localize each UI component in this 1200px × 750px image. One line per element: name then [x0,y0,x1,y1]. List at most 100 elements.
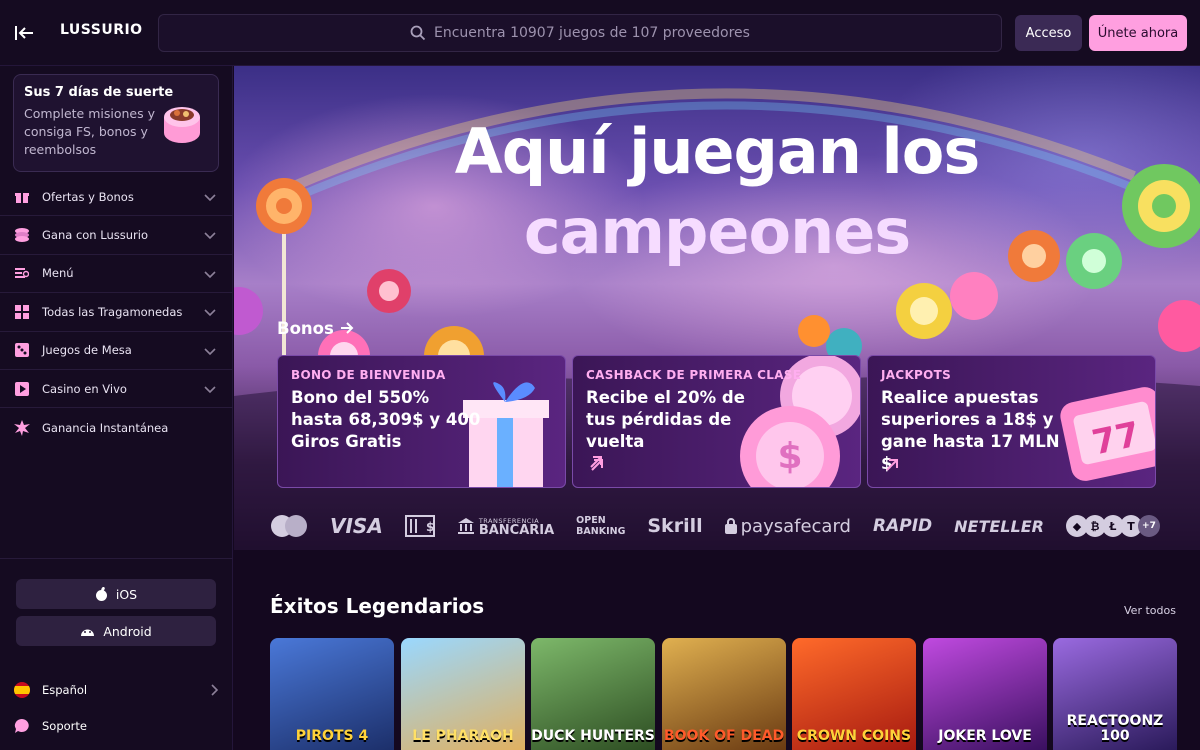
sidebar-item-label: Ofertas y Bonos [42,189,134,204]
android-label: Android [103,623,152,639]
dice-icon [14,342,30,358]
promo-text: Complete misiones y consiga FS, bonos y … [24,106,155,157]
chevron-right-icon [211,684,219,696]
sidebar-item-slots[interactable]: Todas las Tragamonedas [0,293,233,332]
sidebar-item-live-casino[interactable]: Casino en Vivo [0,370,233,409]
promo-title: Sus 7 días de suerte [24,85,174,100]
open-banking-logo: OPEN BANKING [576,515,625,537]
game-tile-duck-hunters[interactable]: DUCK HUNTERS [531,638,655,750]
login-button[interactable]: Acceso [1015,15,1082,51]
svg-text:$: $ [426,520,434,534]
chevron-down-icon [204,309,216,317]
logo[interactable]: LUSSURIO [60,22,143,38]
sidebar-item-label: Todas las Tragamonedas [42,304,183,319]
bank-transfer-big: BANCARIA [478,523,555,538]
grid-icon [14,304,30,320]
bonuses-link[interactable]: Bonos [277,319,354,338]
visa-logo: VISA [330,514,383,538]
hero-title-line1: Aquí juegan los [454,115,980,188]
menu-icon [14,265,30,281]
bank-transfer-logo: TRANSFERENCIA BANCARIA [457,516,555,538]
sidebar-item-offers[interactable]: Ofertas y Bonos [0,178,233,217]
sidebar-item-label: Gana con Lussurio [42,228,148,243]
support-label: Soporte [42,719,87,733]
apple-icon [95,587,107,601]
skrill-logo: Skrill [647,515,703,537]
game-title: LE PHARAOH [412,728,514,744]
sidebar-menu: Ofertas y Bonos Gana con Lussurio Menú T… [0,178,233,447]
card-label: JACKPOTS [881,368,952,382]
arrow-right-icon [340,322,353,334]
language-label: Español [42,683,88,697]
search-input[interactable]: Encuentra 10907 juegos de 107 proveedore… [158,14,1002,52]
sidebar-item-earn[interactable]: Gana con Lussurio [0,216,233,255]
welcome-bonus-card[interactable]: BONO DE BIENVENIDA Bono del 550% hasta 6… [277,355,566,488]
collapse-sidebar-icon[interactable] [14,22,34,44]
top-bar: LUSSURIO Encuentra 10907 juegos de 107 p… [0,0,1200,66]
bank-icon [457,518,474,534]
chevron-down-icon [204,232,216,240]
game-title: PIROTS 4 [295,728,369,744]
card-text: Realice apuestas superiores a 18$ y gane… [881,388,1060,473]
game-tile-joker-love[interactable]: JOKER LOVE [923,638,1047,750]
search-icon [410,25,426,41]
hero-title-line2: campeones [523,195,911,268]
game-title: CROWN COINS [796,728,912,744]
game-title: DUCK HUNTERS [531,728,655,744]
sidebar-item-instant-win[interactable]: Ganancia Instantánea [0,408,233,446]
sidebar-divider [0,558,233,559]
open-banking-line1: OPEN [576,515,606,526]
chevron-down-icon [204,271,216,278]
mastercard-icon [271,515,307,537]
svg-text:$: $ [777,436,802,477]
open-banking-line2: BANKING [576,526,626,537]
game-title: BOOK OF DEAD [663,728,785,744]
lucky-days-promo[interactable]: Sus 7 días de suerte Complete misiones y… [13,74,219,172]
game-tile-le-pharaoh[interactable]: LE PHARAOH [401,638,525,750]
chevron-down-icon [204,386,216,394]
chevron-down-icon [204,347,216,355]
game-title: REACTOONZ 100 [1066,713,1164,744]
join-button[interactable]: Únete ahora [1089,15,1187,51]
paysafecard-logo: paysafecard [724,515,851,537]
game-tile-crown-coins[interactable]: CROWN COINS [792,638,916,750]
sidebar-item-label: Juegos de Mesa [42,343,132,358]
sidebar-item-table-games[interactable]: Juegos de Mesa [0,332,233,370]
gift-box-icon [164,107,200,143]
app: LUSSURIO Encuentra 10907 juegos de 107 p… [0,0,1200,750]
game-tile-book-of-dead[interactable]: BOOK OF DEAD [662,638,786,750]
sidebar-item-label: Casino en Vivo [42,381,127,396]
card-label: CASHBACK DE PRIMERA CLASE [586,368,802,382]
hero-title: Aquí juegan los campeones [234,112,1200,272]
sidebar-item-menu[interactable]: Menú [0,255,233,294]
game-tile-pirots[interactable]: PIROTS 4 [270,638,394,750]
crypto-more-badge: +7 [1137,515,1160,537]
game-tile-reactoonz[interactable]: REACTOONZ 100 [1053,638,1177,750]
search-placeholder: Encuentra 10907 juegos de 107 proveedore… [434,25,750,41]
language-selector[interactable]: Español [14,682,219,698]
payment-methods: VISA $ TRANSFERENCIA BANCARIA OPEN BANKING… [270,510,1160,542]
lock-icon [724,518,737,534]
arrow-up-right-icon [591,459,603,471]
paysafecard-text: paysafecard [740,515,851,537]
cashback-card[interactable]: $ CASHBACK DE PRIMERA CLASE Recibe el 20… [572,355,861,488]
games-section-title: Éxitos Legendarios [270,594,485,618]
android-icon [81,629,95,636]
coins-icon [14,227,30,243]
chevron-down-icon [204,194,216,202]
chat-icon [14,718,29,733]
rapid-logo: RAPID [872,516,933,536]
gift-icon [14,189,30,205]
card-text: Bono del 550% hasta 68,309$ y 400 Giros … [291,388,481,451]
sidebar-item-label: Ganancia Instantánea [42,420,169,435]
burst-icon [14,419,30,436]
jackpots-card[interactable]: 77 JACKPOTS Realice apuestas superiores … [867,355,1156,488]
spain-flag-icon [14,682,30,698]
card-label: BONO DE BIENVENIDA [291,368,446,382]
bank-card-icon: $ [404,515,435,537]
android-app-button[interactable]: Android [16,616,216,646]
see-all-link[interactable]: Ver todos [1124,604,1176,617]
support-link[interactable]: Soporte [14,718,219,734]
game-title: JOKER LOVE [938,728,1032,744]
ios-app-button[interactable]: iOS [16,579,216,609]
